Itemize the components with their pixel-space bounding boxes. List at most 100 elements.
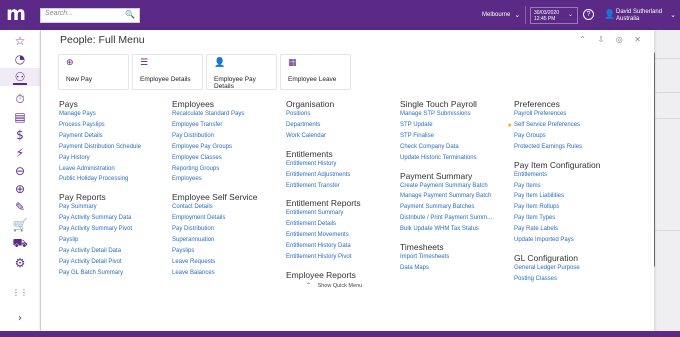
menu-link[interactable]: Entitlement Summary — [286, 210, 343, 216]
menu-link[interactable]: Payslip — [59, 237, 78, 243]
menu-link[interactable]: Posting Classes — [514, 276, 557, 282]
menu-link[interactable]: Bulk Update WHM Tax Status — [400, 226, 479, 232]
menu-link-label: Pay Activity Detail Pivot — [59, 258, 122, 265]
collapse-icon[interactable]: ⌃ — [579, 35, 586, 44]
quick-card-employee-pay-details[interactable]: 👤 Employee Pay Details — [206, 54, 277, 90]
menu-link[interactable]: Employee Classes — [172, 155, 222, 161]
menu-link[interactable]: Pay Distribution — [172, 133, 214, 139]
search-icon[interactable]: 🔍 — [125, 10, 135, 19]
menu-link[interactable]: Pay Item Rollups — [514, 204, 559, 210]
menu-link[interactable]: Manage Pays — [59, 111, 96, 117]
menu-link[interactable]: Contact Details — [172, 204, 213, 210]
menu-link[interactable]: Data Maps — [400, 265, 429, 271]
menu-link[interactable]: Leave Administration — [59, 166, 115, 172]
menu-link[interactable]: Payroll Preferences — [514, 111, 566, 117]
cart-icon[interactable]: 🛒 — [0, 216, 40, 234]
menu-link[interactable]: Entitlements — [514, 172, 547, 178]
menu-link[interactable]: Employee Transfer — [172, 122, 222, 128]
menu-link[interactable]: STP Finalise — [400, 133, 434, 139]
menu-link[interactable]: Entitlement Adjustments — [286, 172, 350, 178]
menu-link[interactable]: Reporting Groups — [172, 166, 219, 172]
menu-link[interactable]: Employment Details — [172, 215, 225, 221]
menu-link[interactable]: Process Payslips — [59, 122, 105, 128]
menu-link[interactable]: Pay Items — [514, 183, 541, 189]
quick-card-new-pay[interactable]: ⊕ New Pay — [58, 54, 129, 90]
menu-link[interactable]: Leave Balances — [172, 270, 215, 276]
menu-link[interactable]: ★ Self Service Preferences — [507, 122, 580, 129]
menu-link[interactable]: Pay Activity Summary Pivot — [59, 226, 132, 232]
menu-link[interactable]: Update Historic Terminations — [400, 155, 477, 161]
menu-link[interactable]: Pay Groups — [514, 133, 546, 139]
pin-icon[interactable]: ⇩ — [598, 35, 605, 44]
menu-link[interactable]: Check Company Data — [400, 144, 459, 150]
menu-link[interactable]: Pay GL Batch Summary — [59, 270, 123, 276]
divider — [654, 92, 680, 93]
menu-link[interactable]: Manage STP Submissions — [400, 111, 471, 117]
plus-circle-icon[interactable]: ⊕ — [0, 180, 40, 198]
gear-icon[interactable]: ⚙ — [0, 254, 40, 272]
menu-link[interactable]: Manage Payment Summary Batch — [400, 193, 491, 199]
menu-link[interactable]: Pay Distribution — [172, 226, 214, 232]
history-icon[interactable]: ◔ — [0, 50, 40, 68]
menu-link[interactable]: Entitlement History Data — [286, 243, 351, 249]
menu-link[interactable]: Work Calendar — [286, 133, 326, 139]
star-icon: ★ — [507, 122, 513, 129]
menu-link[interactable]: Payment Details — [59, 133, 103, 139]
user-menu[interactable]: 👤 David Sutherland Australia ⌄ — [600, 6, 680, 26]
people-icon[interactable]: ⚇ — [0, 68, 40, 86]
menu-link[interactable]: Import Timesheets — [400, 254, 449, 260]
menu-link[interactable]: Employee Pay Groups — [172, 144, 232, 150]
menu-link[interactable]: Pay Summary — [59, 204, 97, 210]
clipboard-icon[interactable]: ▤ — [0, 108, 40, 126]
menu-link[interactable]: Superannuation — [172, 237, 214, 243]
menu-link[interactable]: Distribute / Print Payment Summ... — [400, 215, 492, 221]
menu-link[interactable]: Payslips — [172, 248, 194, 254]
stopwatch-icon[interactable]: ⏱ — [0, 90, 40, 108]
menu-link[interactable]: Departments — [286, 122, 320, 128]
quick-card-employee-details[interactable]: ☰ Employee Details — [132, 54, 203, 90]
menu-link[interactable]: Pay Item Types — [514, 215, 555, 221]
truck-icon[interactable]: ⛟ — [0, 234, 40, 252]
dollar-icon[interactable]: $ — [0, 126, 40, 144]
menu-link[interactable]: Entitlement Movements — [286, 232, 349, 238]
quick-card-employee-leave[interactable]: ▦ Employee Leave — [280, 54, 351, 90]
menu-link[interactable]: Payment Summary Batches — [400, 204, 474, 210]
menu-link[interactable]: Employees — [172, 176, 202, 182]
menu-link[interactable]: Protected Earnings Rules — [514, 144, 582, 150]
panel-title: People: Full Menu — [60, 34, 145, 46]
menu-link-label: Contact Details — [172, 204, 213, 211]
menu-link[interactable]: Entitlement History Pivot — [286, 254, 351, 260]
close-icon[interactable]: ✕ — [634, 35, 641, 44]
menu-link[interactable]: Pay Activity Detail Pivot — [59, 259, 122, 265]
menu-link[interactable]: Entitlement Transfer — [286, 183, 340, 189]
menu-link[interactable]: STP Update — [400, 122, 433, 128]
menu-link[interactable]: Leave Requests — [172, 259, 215, 265]
menu-link[interactable]: Update Imported Pays — [514, 237, 574, 243]
menu-link[interactable]: Pay Activity Summary Data — [59, 215, 131, 221]
app-logo[interactable]: m — [4, 3, 28, 27]
menu-link[interactable]: Payment Distribution Schedule — [59, 144, 141, 150]
menu-link[interactable]: Pay Rate Labels — [514, 226, 558, 232]
menu-link[interactable]: General Ledger Purpose — [514, 265, 580, 271]
menu-link[interactable]: Pay History — [59, 155, 90, 161]
help-icon[interactable]: ? — [583, 9, 594, 20]
menu-link[interactable]: Pay Activity Detail Data — [59, 248, 121, 254]
lightning-icon[interactable]: ⚡ — [0, 144, 40, 162]
show-quick-menu-button[interactable]: ⌃ Show Quick Menu — [306, 282, 379, 294]
menu-link[interactable]: Pay Item Liabilities — [514, 193, 564, 199]
sidebar-expand-icon[interactable]: › — [0, 310, 40, 328]
menu-link[interactable]: Entitlement Details — [286, 221, 336, 227]
edit-icon[interactable]: ✎ — [0, 198, 40, 216]
menu-link[interactable]: Positions — [286, 111, 310, 117]
date-selector[interactable]: 30/03/2020 12:45 PM ⌄ — [530, 7, 578, 24]
star-icon[interactable]: ☆ — [0, 32, 40, 50]
minus-circle-icon[interactable]: ⊖ — [0, 162, 40, 180]
settings-icon[interactable]: ◎ — [616, 35, 623, 44]
menu-link[interactable]: Entitlement History — [286, 161, 336, 167]
apps-icon[interactable]: ⋮⋮ — [0, 284, 40, 302]
location-selector[interactable]: Melbourne ⌄ — [482, 0, 520, 30]
search-input[interactable]: Search... 🔍 — [40, 8, 140, 23]
menu-link[interactable]: Public Holiday Processing — [59, 176, 128, 182]
menu-link[interactable]: Recalculate Standard Pays — [172, 111, 244, 117]
menu-link[interactable]: Create Payment Summary Batch — [400, 183, 488, 189]
